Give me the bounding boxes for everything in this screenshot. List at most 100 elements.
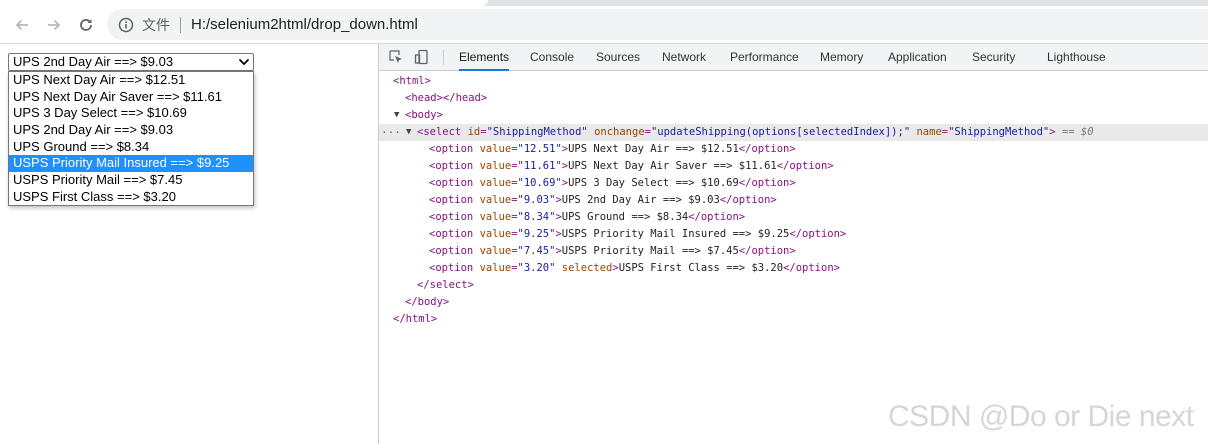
body-close-tag: </body> [405, 296, 450, 308]
devtools-panel: Elements Console Sources Network Performance… [378, 44, 1208, 444]
markup-punctuation: </option> [688, 211, 746, 223]
markup-punctuation: <option [429, 228, 480, 240]
markup-punctuation: </option> [738, 177, 796, 189]
address-bar[interactable]: 文件 H:/selenium2html/drop_down.html [107, 9, 1208, 40]
device-toolbar-icon[interactable] [414, 49, 430, 65]
dropdown-option[interactable]: UPS 3 Day Select ==> $10.69 [9, 105, 253, 122]
info-icon[interactable] [118, 17, 134, 33]
tab-security[interactable]: Security [972, 44, 1015, 71]
attribute-value: "updateShipping(options[selectedIndex]);… [650, 126, 911, 138]
select-dropdown-list: UPS Next Day Air ==> $12.51 UPS Next Day … [8, 71, 254, 206]
dom-node-line[interactable]: <option value="9.03">UPS 2nd Day Air ==>… [379, 192, 1208, 209]
select-open-tag: <select [417, 126, 462, 138]
markup-punctuation: value [479, 177, 512, 189]
markup-punctuation: <option [429, 143, 480, 155]
markup-punctuation: selected [561, 262, 613, 274]
markup-punctuation: value [479, 262, 512, 274]
markup-punctuation: <option [429, 262, 480, 274]
dom-node-line[interactable]: </html> [379, 311, 1208, 328]
url-separator [180, 16, 181, 33]
option-text: UPS Next Day Air ==> $12.51 [568, 143, 739, 155]
dom-node-line[interactable]: <option value="9.25">USPS Priority Mail … [379, 226, 1208, 243]
dropdown-option[interactable]: UPS Next Day Air ==> $12.51 [9, 72, 253, 89]
tab-elements[interactable]: Elements [459, 44, 510, 71]
selected-node-marker: == $0 [1061, 126, 1094, 138]
attribute-name: name [916, 126, 942, 138]
arrow-right-icon [48, 19, 61, 31]
arrow-left-icon [15, 19, 28, 31]
dom-node-line[interactable]: <option value="12.51">UPS Next Day Air =… [379, 141, 1208, 158]
markup-punctuation: value [479, 143, 512, 155]
dom-node-line[interactable]: <head></head> [379, 90, 1208, 107]
tab-lighthouse[interactable]: Lighthouse [1047, 44, 1106, 71]
option-value-attr: "12.51" [517, 143, 562, 155]
option-value-attr: "3.20" [517, 262, 556, 274]
dom-node-line[interactable]: <option value="8.34">UPS Ground ==> $8.3… [379, 209, 1208, 226]
markup-punctuation: </option> [738, 143, 796, 155]
markup-punctuation: value [479, 160, 512, 172]
url-text[interactable]: H:/selenium2html/drop_down.html [191, 16, 418, 33]
markup-punctuation: value [479, 245, 512, 257]
html-close-tag: </html> [393, 313, 438, 325]
dropdown-option[interactable]: UPS Ground ==> $8.34 [9, 139, 253, 156]
option-text: UPS 3 Day Select ==> $10.69 [568, 177, 739, 189]
option-value-attr: "10.69" [517, 177, 562, 189]
markup-punctuation: <option [429, 160, 480, 172]
dom-node-line[interactable]: <option value="3.20" selected>USPS First… [379, 260, 1208, 277]
option-value-attr: "9.03" [517, 194, 556, 206]
browser-toolbar: 文件 H:/selenium2html/drop_down.html [0, 0, 1208, 44]
dom-node-line[interactable]: </body> [379, 294, 1208, 311]
shipping-method-select[interactable]: UPS 2nd Day Air ==> $9.03 [8, 53, 254, 71]
reload-icon [80, 19, 92, 31]
tab-network[interactable]: Network [662, 44, 706, 71]
attribute-name: onchange [594, 126, 645, 138]
tab-sources[interactable]: Sources [596, 44, 640, 71]
attribute-value: "ShippingMethod" [948, 126, 1050, 138]
markup-punctuation: value [479, 228, 512, 240]
tab-application[interactable]: Application [888, 44, 947, 71]
tab-strip [0, 0, 1208, 6]
markup-punctuation: <option [429, 177, 480, 189]
tab-performance[interactable]: Performance [730, 44, 799, 71]
dropdown-option[interactable]: UPS 2nd Day Air ==> $9.03 [9, 122, 253, 139]
markup-punctuation: value [479, 194, 512, 206]
dom-node-line[interactable]: <option value="11.61">UPS Next Day Air S… [379, 158, 1208, 175]
markup-punctuation: <option [429, 245, 480, 257]
markup-punctuation: </option> [719, 194, 777, 206]
dom-node-line[interactable]: <option value="7.45">USPS Priority Mail … [379, 243, 1208, 260]
markup-punctuation: > [1049, 126, 1062, 138]
tab-memory[interactable]: Memory [820, 44, 863, 71]
dropdown-option[interactable]: USPS First Class ==> $3.20 [9, 189, 253, 206]
dom-node-line[interactable]: <html> [379, 73, 1208, 90]
option-text: USPS Priority Mail ==> $7.45 [561, 245, 739, 257]
markup-punctuation: <option [429, 211, 480, 223]
dom-node-line[interactable]: </select> [379, 277, 1208, 294]
option-value-attr: "9.25" [517, 228, 556, 240]
expand-triangle-icon[interactable]: ▼ [394, 107, 399, 124]
toolbar-divider [443, 50, 444, 65]
select-current-value: UPS 2nd Day Air ==> $9.03 [13, 54, 174, 69]
attribute-value: "ShippingMethod" [486, 126, 588, 138]
tab-console[interactable]: Console [530, 44, 574, 71]
watermark: CSDN @Do or Die next [888, 400, 1194, 433]
head-tag: <head></head> [405, 92, 488, 104]
dom-node-line[interactable]: ··· ▼ <select id="ShippingMethod" onchange… [379, 124, 1208, 141]
option-text: UPS Ground ==> $8.34 [561, 211, 689, 223]
back-button[interactable] [11, 14, 33, 36]
inspect-element-icon[interactable] [388, 49, 404, 65]
expand-triangle-icon[interactable]: ▼ [406, 124, 411, 141]
dropdown-option[interactable]: UPS Next Day Air Saver ==> $11.61 [9, 89, 253, 106]
option-text: USPS Priority Mail Insured ==> $9.25 [561, 228, 790, 240]
option-text: USPS First Class ==> $3.20 [618, 262, 784, 274]
dom-node-line[interactable]: ▼ <body> [379, 107, 1208, 124]
option-value-attr: "11.61" [517, 160, 562, 172]
dom-node-line[interactable]: <option value="10.69">UPS 3 Day Select =… [379, 175, 1208, 192]
chevron-down-icon [238, 58, 250, 66]
forward-button[interactable] [43, 14, 65, 36]
more-options-icon[interactable]: ··· [381, 124, 401, 141]
option-text: UPS 2nd Day Air ==> $9.03 [561, 194, 720, 206]
select-close-tag: </select> [417, 279, 474, 291]
reload-button[interactable] [75, 14, 97, 36]
dropdown-option[interactable]: USPS Priority Mail ==> $7.45 [9, 172, 253, 189]
dropdown-option[interactable]: USPS Priority Mail Insured ==> $9.25 [9, 155, 253, 173]
